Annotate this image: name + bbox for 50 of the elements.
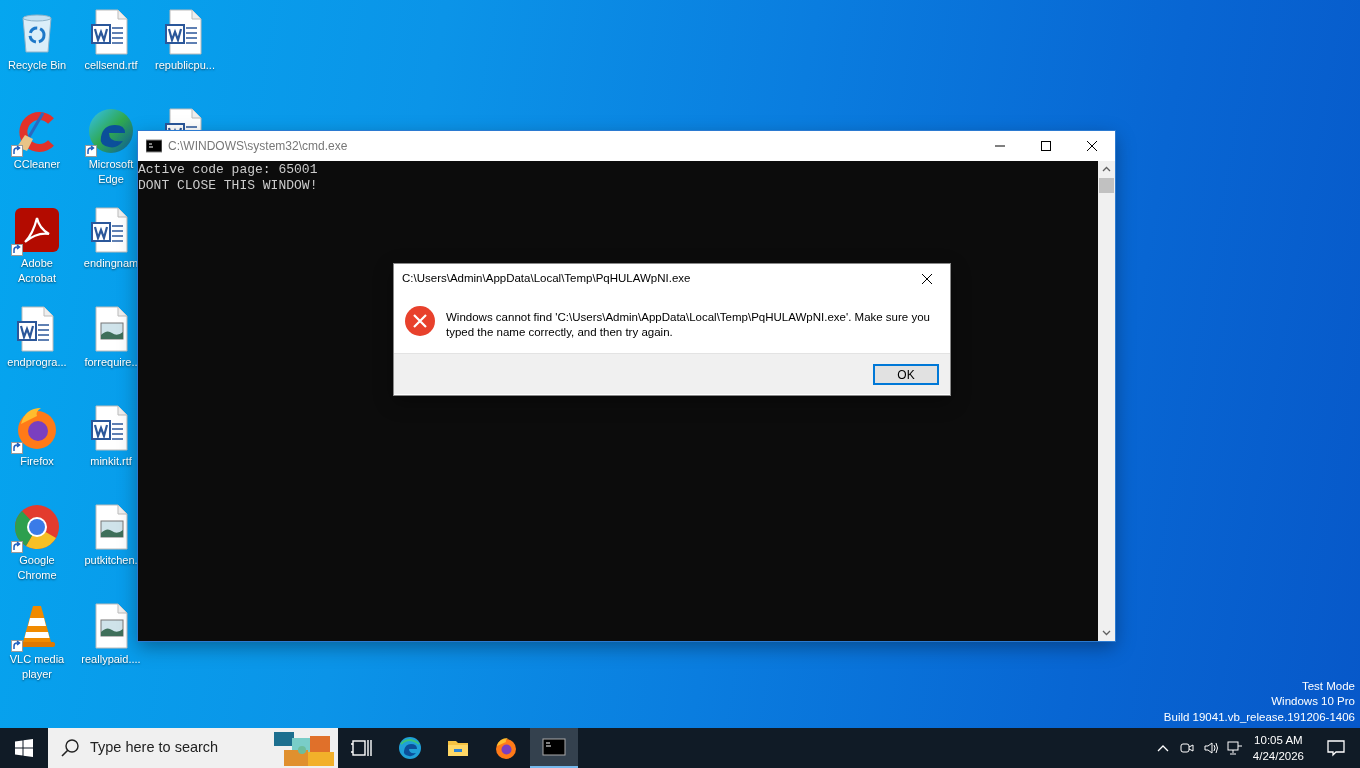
close-icon [1086, 140, 1098, 152]
pdf-app-icon[interactable] [13, 206, 61, 254]
desktop-icon-label[interactable]: Microsoft Edge [88, 157, 134, 187]
edge-icon[interactable] [87, 107, 135, 155]
chrome-icon[interactable] [13, 503, 61, 551]
desktop-icon-label[interactable]: endingnam [83, 256, 139, 271]
firefox-icon [494, 736, 518, 760]
taskbar-app-button[interactable] [530, 728, 578, 768]
search-box[interactable]: Type here to search [48, 728, 338, 768]
search-icon [60, 738, 80, 758]
console-line: Active code page: 65001 [138, 162, 318, 178]
scrollbar[interactable] [1098, 161, 1115, 641]
desktop-icon-label[interactable]: endprogra... [6, 355, 68, 370]
console-icon [146, 138, 162, 154]
puzzle-icon [274, 730, 336, 766]
ok-button[interactable]: OK [873, 363, 939, 385]
error-icon [404, 305, 436, 337]
desktop-icon-label[interactable]: Recycle Bin [7, 58, 67, 73]
scrollbar-thumb[interactable] [1099, 178, 1114, 193]
maximize-icon [1040, 140, 1052, 152]
notification-icon[interactable] [1326, 738, 1346, 758]
desktop-icon-label[interactable]: Google Chrome [16, 553, 58, 583]
network-icon[interactable] [1226, 740, 1243, 756]
clock-time: 10:05 AM [1253, 733, 1304, 748]
search-field[interactable]: Type here to search [88, 736, 258, 760]
watermark-text: Windows 10 Pro [1270, 694, 1355, 709]
speaker-icon[interactable] [1202, 740, 1219, 756]
desktop-icon-label[interactable]: putkitchen. [83, 553, 139, 568]
desktop-icon-label[interactable]: VLC media player [9, 652, 65, 682]
watermark-text: Test Mode [1300, 678, 1355, 694]
desktop-icon-label[interactable]: Firefox [19, 454, 55, 469]
desktop-icon-label[interactable]: republicpu... [154, 58, 216, 73]
desktop-icon-label[interactable]: cellsend.rtf [83, 58, 139, 73]
windows-logo-icon [15, 739, 33, 757]
close-icon [921, 273, 933, 285]
dialog-title: C:\Users\Admin\AppData\Local\Temp\PqHULAWpNI.exe [401, 271, 692, 287]
desktop-icon-label[interactable]: forrequire.. [83, 355, 139, 370]
watermark-text: Build 19041.vb_release.191206-1406 [1163, 709, 1355, 725]
desktop-icon-label[interactable]: CCleaner [13, 157, 61, 172]
clock[interactable]: 10:05 AM 4/24/2026 [1246, 732, 1310, 764]
desktop-icon-label[interactable]: minkit.rtf [89, 454, 133, 469]
desktop-icon-label[interactable]: reallypaid.... [80, 652, 142, 667]
edge-icon [398, 736, 422, 760]
clock-date: 4/24/2026 [1252, 749, 1304, 764]
desktop-icon-label[interactable]: Adobe Acrobat [17, 256, 57, 286]
console-icon [542, 735, 566, 759]
dialog-message: Windows cannot find 'C:\Users\Admin\AppData\Local\Temp\PqHULAWpNI.exe'. Make sure you typed the name correctly, and then try again. [446, 310, 931, 340]
window-title: C:\WINDOWS\system32\cmd.exe [168, 138, 349, 155]
console-line: DONT CLOSE THIS WINDOW! [138, 178, 318, 194]
camera-icon[interactable] [1178, 740, 1195, 756]
